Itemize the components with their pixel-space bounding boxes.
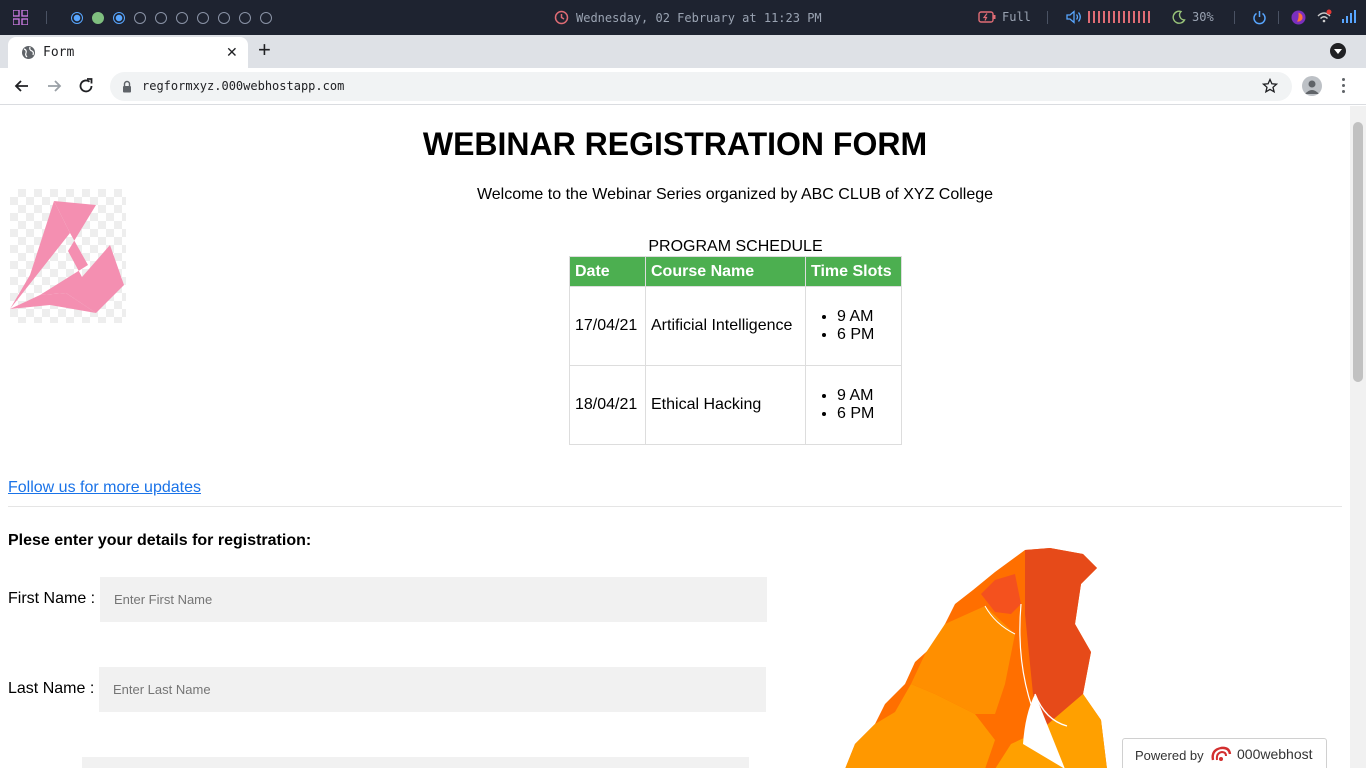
app-grid-icon[interactable]: [13, 10, 28, 25]
column-header-date: Date: [569, 256, 646, 287]
webhost-brand-text: 000webhost: [1237, 746, 1313, 762]
globe-icon: [22, 46, 35, 59]
workspace-5[interactable]: [155, 12, 167, 24]
battery-status[interactable]: Full: [978, 10, 1031, 24]
table-row: 17/04/21 Artificial Intelligence 9 AM 6 …: [569, 286, 902, 366]
volume-status[interactable]: [1066, 10, 1150, 24]
column-header-time-slots: Time Slots: [805, 256, 902, 287]
last-name-label: Last Name :: [8, 680, 95, 697]
cell-course: Artificial Intelligence: [645, 286, 806, 366]
column-header-course: Course Name: [645, 256, 806, 287]
page-title: WEBINAR REGISTRATION FORM: [422, 126, 928, 162]
workspace-9[interactable]: [239, 12, 251, 24]
workspace-8[interactable]: [218, 12, 230, 24]
browser-toolbar: regformxyz.000webhostapp.com: [0, 68, 1366, 105]
brightness-status[interactable]: 30%: [1172, 10, 1214, 24]
first-name-label: First Name :: [8, 590, 96, 607]
new-tab-icon[interactable]: +: [258, 39, 271, 61]
last-name-input[interactable]: [99, 667, 766, 712]
first-name-input[interactable]: [100, 577, 767, 622]
scrollbar-thumb[interactable]: [1353, 122, 1363, 382]
browser-tab-strip: Form ✕ +: [0, 35, 1366, 68]
tab-form[interactable]: Form ✕: [8, 37, 248, 68]
system-top-bar: Wednesday, 02 February at 11:23 PM Full …: [0, 0, 1366, 35]
workspace-7[interactable]: [197, 12, 209, 24]
address-bar[interactable]: regformxyz.000webhostapp.com: [110, 72, 1292, 101]
datetime-text: Wednesday, 02 February at 11:23 PM: [576, 10, 822, 25]
lock-icon[interactable]: [122, 80, 132, 93]
separator: [1047, 11, 1048, 24]
brightness-text: 30%: [1192, 10, 1214, 24]
battery-icon: [978, 11, 996, 23]
workspace-indicators: [71, 12, 272, 24]
webhost-swirl-logo-icon: [1211, 746, 1232, 761]
workspace-10[interactable]: [260, 12, 272, 24]
divider: [8, 506, 1342, 507]
cell-time-slots: 9 AM 6 PM: [805, 286, 902, 366]
powered-by-text: Powered by: [1135, 748, 1204, 763]
next-form-field[interactable]: [82, 757, 749, 768]
profile-avatar-icon[interactable]: [1302, 76, 1322, 96]
cell-course: Ethical Hacking: [645, 365, 806, 445]
list-item: 9 AM: [837, 308, 896, 326]
battery-text: Full: [1002, 10, 1031, 24]
volume-level-bars: [1088, 11, 1150, 23]
workspace-1[interactable]: [71, 12, 83, 24]
separator: [46, 11, 47, 24]
speaker-icon: [1066, 10, 1081, 24]
separator: [1278, 11, 1279, 24]
club-logo: [10, 189, 126, 323]
url-text: regformxyz.000webhostapp.com: [142, 79, 345, 93]
pink-triangle-logo-icon: [10, 201, 124, 313]
workspace-4[interactable]: [134, 12, 146, 24]
schedule-caption: PROGRAM SCHEDULE: [648, 238, 823, 255]
forward-arrow-icon[interactable]: [44, 76, 64, 96]
follow-us-link[interactable]: Follow us for more updates: [8, 479, 201, 497]
workspace-6[interactable]: [176, 12, 188, 24]
table-header-row: Date Course Name Time Slots: [569, 256, 902, 287]
workspace-3[interactable]: [113, 12, 125, 24]
close-tab-icon[interactable]: ✕: [226, 44, 238, 60]
firefox-icon[interactable]: [1291, 10, 1306, 25]
table-row: 18/04/21 Ethical Hacking 9 AM 6 PM: [569, 365, 902, 445]
list-item: 6 PM: [837, 326, 896, 344]
reload-icon[interactable]: [76, 76, 96, 96]
network-icon[interactable]: [1316, 9, 1332, 25]
tab-search-dropdown-icon[interactable]: [1330, 43, 1346, 59]
tab-title: Form: [43, 45, 75, 60]
clock[interactable]: Wednesday, 02 February at 11:23 PM: [554, 10, 822, 25]
webpage-content: WEBINAR REGISTRATION FORM Welcome to the…: [0, 106, 1350, 768]
separator: [1234, 11, 1235, 24]
program-schedule-table: Date Course Name Time Slots 17/04/21 Art…: [569, 256, 902, 445]
signal-icon[interactable]: [1342, 10, 1356, 23]
power-icon[interactable]: [1252, 10, 1267, 25]
powered-by-badge[interactable]: Powered by 000webhost: [1122, 738, 1327, 768]
registration-heading: Plese enter your details for registratio…: [8, 532, 312, 549]
browser-menu-icon[interactable]: [1342, 78, 1346, 96]
page-scrollbar[interactable]: [1350, 106, 1366, 768]
list-item: 6 PM: [837, 405, 896, 423]
moon-icon: [1172, 10, 1186, 24]
list-item: 9 AM: [837, 387, 896, 405]
back-arrow-icon[interactable]: [12, 76, 32, 96]
welcome-text: Welcome to the Webinar Series organized …: [476, 186, 994, 203]
cell-date: 17/04/21: [569, 286, 646, 366]
bookmark-star-icon[interactable]: [1262, 78, 1278, 94]
cell-time-slots: 9 AM 6 PM: [805, 365, 902, 445]
cell-date: 18/04/21: [569, 365, 646, 445]
orange-map-graphic-icon: [845, 548, 1107, 768]
clock-icon: [554, 10, 569, 25]
workspace-2[interactable]: [92, 12, 104, 24]
